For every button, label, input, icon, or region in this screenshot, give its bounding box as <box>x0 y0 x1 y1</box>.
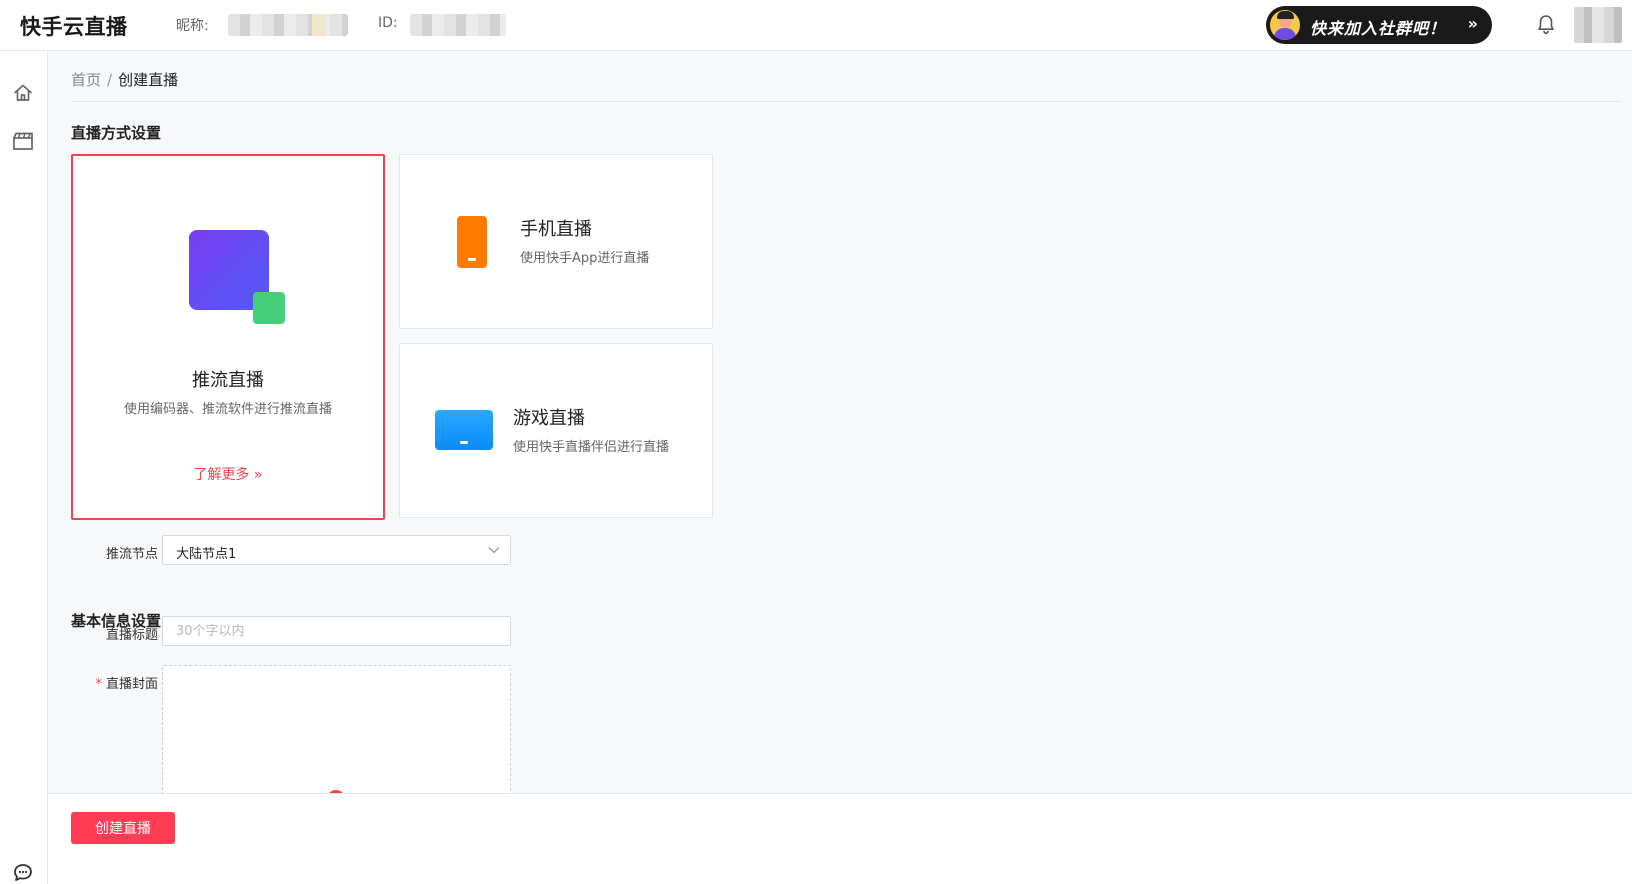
cover-upload-area[interactable] <box>162 665 511 800</box>
live-cover-label-wrap: * 直播封面 <box>48 673 158 692</box>
breadcrumb-current: 创建直播 <box>118 71 179 89</box>
game-screen-icon <box>435 410 493 450</box>
nickname-value-redacted <box>228 14 348 36</box>
breadcrumb: 首页 / 创建直播 <box>71 69 178 90</box>
option-card-game-live[interactable]: 游戏直播 使用快手直播伴侣进行直播 <box>399 343 713 518</box>
option-description: 使用编码器、推流软件进行推流直播 <box>123 402 332 417</box>
option-title: 游戏直播 <box>513 408 585 429</box>
user-avatar[interactable] <box>1574 7 1622 43</box>
top-header: 快手云直播 昵称: ID: 快来加入社群吧！ » <box>0 0 1632 51</box>
push-node-select[interactable]: 大陆节点1 <box>162 535 511 565</box>
chat-icon[interactable] <box>11 861 35 884</box>
push-stream-secondary-icon <box>253 292 285 324</box>
breadcrumb-home[interactable]: 首页 <box>71 71 101 89</box>
push-node-selected-value: 大陆节点1 <box>176 547 237 562</box>
live-mode-section-title: 直播方式设置 <box>71 124 162 142</box>
breadcrumb-separator: / <box>107 71 113 89</box>
live-title-label: 直播标题 <box>105 628 158 643</box>
sidebar <box>0 51 48 884</box>
option-title: 推流直播 <box>192 370 264 391</box>
app-logo[interactable]: 快手云直播 <box>20 11 128 41</box>
option-description: 使用快手App进行直播 <box>520 251 650 266</box>
mobile-phone-icon <box>457 216 487 268</box>
push-node-label: 推流节点 <box>105 547 158 562</box>
bell-icon[interactable] <box>1536 14 1556 36</box>
live-title-input[interactable] <box>162 616 511 646</box>
breadcrumb-divider <box>71 101 1622 102</box>
home-icon[interactable] <box>11 81 35 105</box>
mascot-avatar-icon <box>1270 10 1300 40</box>
create-live-button[interactable]: 创建直播 <box>71 812 175 844</box>
join-community-banner[interactable]: 快来加入社群吧！ » <box>1266 6 1492 44</box>
nickname-label: 昵称: <box>176 18 209 34</box>
video-clapper-icon[interactable] <box>11 129 35 153</box>
id-label: ID: <box>378 15 398 31</box>
learn-more-link[interactable]: 了解更多 » <box>73 464 383 484</box>
live-cover-label: 直播封面 <box>105 677 158 692</box>
footer-bar: 创建直播 <box>48 793 1632 884</box>
id-value-redacted <box>410 14 506 36</box>
double-chevron-right-icon: » <box>1467 14 1478 33</box>
join-community-text: 快来加入社群吧！ <box>1310 19 1447 38</box>
option-card-push-stream[interactable]: 推流直播 使用编码器、推流软件进行推流直播 了解更多 » <box>71 154 385 520</box>
option-description: 使用快手直播伴侣进行直播 <box>513 440 670 455</box>
option-card-mobile-live[interactable]: 手机直播 使用快手App进行直播 <box>399 154 713 329</box>
required-asterisk: * <box>95 677 102 692</box>
chevron-down-icon <box>488 547 500 554</box>
main-content: 首页 / 创建直播 直播方式设置 推流直播 使用编码器、推流软件进行推流直播 了解更… <box>48 51 1632 884</box>
option-title: 手机直播 <box>520 219 592 240</box>
